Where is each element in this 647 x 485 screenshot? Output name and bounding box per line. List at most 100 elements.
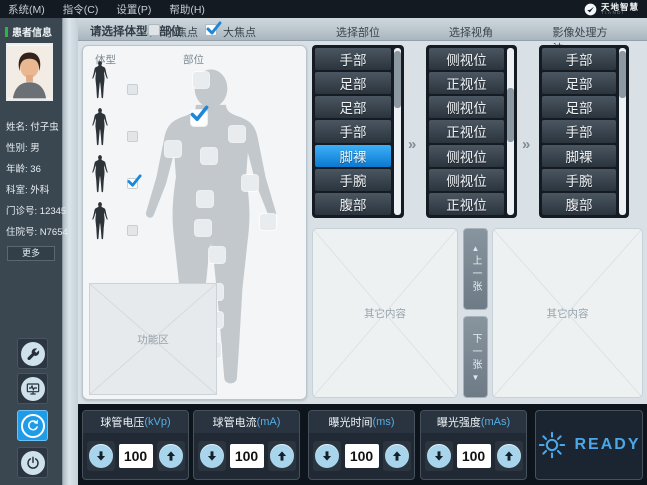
previous-page-button[interactable]: ▲ 上一张 (463, 228, 488, 310)
ms-decrease-button[interactable] (313, 441, 341, 471)
kvp-param-name: 球管电压 (100, 414, 144, 430)
ready-button[interactable]: READY (535, 410, 643, 480)
part-item-6[interactable]: 手腕 (315, 169, 391, 191)
ma-increase-button[interactable] (268, 441, 296, 471)
monitor-button[interactable] (17, 373, 48, 404)
body-part-checkbox-right-elbow[interactable] (242, 175, 258, 191)
select-part-title: 选择部位 (336, 24, 380, 40)
part-item-1[interactable]: 手部 (315, 48, 391, 70)
process-list-scrollbar[interactable] (619, 48, 626, 215)
process-item-2[interactable]: 足部 (542, 72, 616, 94)
body-part-checkbox-pelvis[interactable] (195, 220, 211, 236)
tools-button[interactable] (17, 338, 48, 369)
field-department: 科室: 外科 (6, 182, 49, 196)
process-item-7[interactable]: 腹部 (542, 193, 616, 215)
mas-decrease-button[interactable] (425, 441, 453, 471)
mas-param-panel: 曝光强度 (mAs) 100 (420, 410, 527, 480)
view-item-3[interactable]: 侧视位 (429, 96, 504, 118)
kvp-decrease-button[interactable] (87, 441, 115, 471)
body-part-checkbox-right-shoulder[interactable] (229, 126, 245, 142)
part-item-2[interactable]: 足部 (315, 72, 391, 94)
view-item-7[interactable]: 正视位 (429, 193, 504, 215)
part-list-scrollbar[interactable] (394, 48, 401, 215)
part-list-scroll-thumb[interactable] (394, 51, 401, 108)
power-icon (21, 451, 45, 475)
ma-param-panel: 球管电流 (mA) 100 (193, 410, 300, 480)
ma-decrease-button[interactable] (198, 441, 226, 471)
patient-sidebar: 患者信息 姓名: 付子虫 性别: 男 年龄: 36 科室: 外科 (0, 18, 62, 485)
field-gender-value: 男 (30, 143, 40, 154)
body-part-checkbox-right-hand[interactable] (260, 214, 276, 230)
brand-logo: 天地智慧 TIANDI (584, 3, 639, 16)
view-list-scroll-thumb[interactable] (507, 88, 514, 141)
kvp-value-field[interactable]: 100 (119, 444, 153, 468)
ms-value-field[interactable]: 100 (345, 444, 379, 468)
mas-increase-button[interactable] (495, 441, 523, 471)
part-item-7[interactable]: 腹部 (315, 193, 391, 215)
process-item-5[interactable]: 脚裸 (542, 145, 616, 167)
view-item-1[interactable]: 侧视位 (429, 48, 504, 70)
process-item-4[interactable]: 手部 (542, 120, 616, 142)
process-list-scroll-thumb[interactable] (619, 51, 626, 98)
function-area-box[interactable]: 功能区 (89, 283, 217, 395)
view-item-2[interactable]: 正视位 (429, 72, 504, 94)
field-name-label: 姓名: (6, 122, 28, 133)
green-accent-bar (5, 27, 8, 37)
large-focus-checkbox[interactable] (205, 24, 217, 36)
mas-value-field[interactable]: 100 (457, 444, 491, 468)
menu-system[interactable]: 系统(M) (8, 2, 45, 17)
previous-page-label: 上一张 (468, 255, 483, 294)
field-name: 姓名: 付子虫 (6, 119, 59, 133)
mas-param-unit: (mAs) (481, 416, 510, 428)
wrench-icon (21, 342, 45, 366)
body-part-checkbox-left-arm[interactable] (165, 141, 181, 157)
chevron-separator-2: » (522, 136, 530, 153)
view-item-5[interactable]: 侧视位 (429, 145, 504, 167)
field-department-label: 科室: (6, 185, 28, 196)
preview-right-label: 其它内容 (547, 306, 589, 321)
body-type-figure-2[interactable] (90, 108, 112, 146)
body-type-figure-4[interactable] (90, 202, 112, 240)
process-item-1[interactable]: 手部 (542, 48, 616, 70)
up-arrow-icon (385, 444, 409, 468)
ms-param-unit: (ms) (373, 416, 395, 428)
part-item-4[interactable]: 手部 (315, 120, 391, 142)
view-item-6[interactable]: 侧视位 (429, 169, 504, 191)
brand-icon (584, 3, 597, 16)
menu-command[interactable]: 指令(C) (63, 2, 99, 17)
part-item-5-selected[interactable]: 脚裸 (315, 145, 391, 167)
menu-bar: 系统(M) 指令(C) 设置(P) 帮助(H) 天地智慧 TIANDI (0, 0, 647, 18)
sidebar-scrollbar[interactable] (62, 18, 78, 485)
large-focus-label: 大焦点 (223, 24, 256, 40)
part-item-3[interactable]: 足部 (315, 96, 391, 118)
up-arrow-icon: ▲ (472, 245, 480, 253)
body-part-checkbox-abdomen[interactable] (197, 191, 213, 207)
body-type-figure-3[interactable] (90, 155, 112, 193)
field-outpatient-no: 门诊号: 12345 (6, 203, 66, 217)
body-part-checkbox-head[interactable] (193, 72, 209, 88)
more-button[interactable]: 更多 (7, 246, 55, 261)
process-item-3[interactable]: 足部 (542, 96, 616, 118)
ms-param-name: 曝光时间 (329, 414, 373, 430)
refresh-button[interactable] (17, 410, 48, 441)
preview-panel-left: 其它内容 (312, 228, 458, 398)
ma-value-field[interactable]: 100 (230, 444, 264, 468)
monitor-activity-icon (21, 377, 45, 401)
view-list-scrollbar[interactable] (507, 48, 514, 215)
ms-increase-button[interactable] (383, 441, 411, 471)
kvp-param-unit: (kVp) (144, 416, 170, 428)
body-type-figure-1[interactable] (90, 61, 112, 99)
small-focus-checkbox[interactable] (148, 24, 160, 36)
kvp-increase-button[interactable] (157, 441, 185, 471)
body-part-checkbox-chest[interactable] (201, 148, 217, 164)
ma-param-unit: (mA) (257, 416, 281, 428)
body-part-checkbox-neck-checked[interactable] (191, 110, 207, 126)
next-page-button[interactable]: 下一张 ▼ (463, 316, 488, 398)
power-button[interactable] (17, 447, 48, 478)
view-item-4[interactable]: 正视位 (429, 120, 504, 142)
menu-help[interactable]: 帮助(H) (169, 2, 205, 17)
body-part-checkbox-thigh[interactable] (209, 247, 225, 263)
menu-settings[interactable]: 设置(P) (116, 2, 151, 17)
process-item-6[interactable]: 手腕 (542, 169, 616, 191)
ready-label: READY (574, 436, 640, 454)
